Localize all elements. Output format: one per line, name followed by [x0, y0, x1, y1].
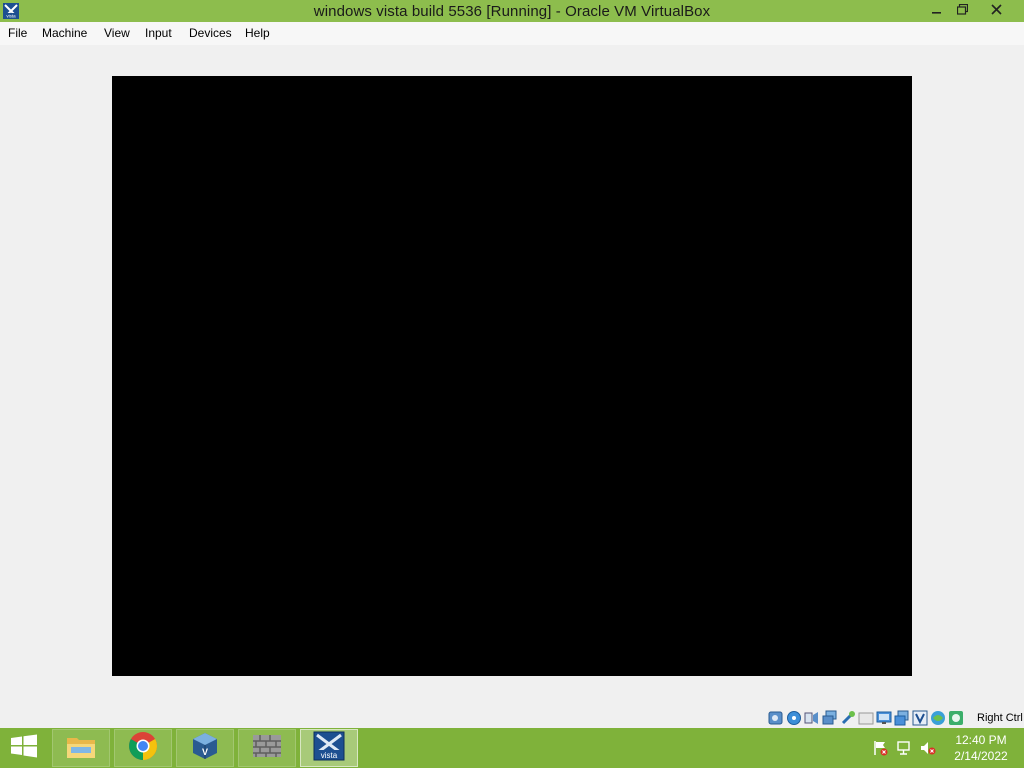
- display-icon[interactable]: [876, 710, 892, 726]
- action-center-flag-icon[interactable]: [872, 740, 888, 756]
- menu-machine[interactable]: Machine: [42, 26, 87, 41]
- window-title: windows vista build 5536 [Running] - Ora…: [313, 3, 711, 20]
- virtualization-icon[interactable]: [912, 710, 928, 726]
- close-icon: [991, 2, 1002, 20]
- minimize-icon: [932, 2, 942, 20]
- menu-bar: File Machine View Input Devices Help: [0, 22, 1024, 45]
- start-button[interactable]: [0, 728, 48, 768]
- recording-icon[interactable]: [894, 710, 910, 726]
- network-tray-icon[interactable]: [896, 740, 912, 756]
- optical-drive-icon[interactable]: [786, 710, 802, 726]
- mouse-integration-icon[interactable]: [948, 710, 964, 726]
- svg-text:vista: vista: [321, 751, 338, 760]
- host-key-label[interactable]: Right Ctrl: [977, 711, 1023, 725]
- taskbar-vista-vm[interactable]: vista: [300, 729, 358, 767]
- clock[interactable]: 12:40 PM 2/14/2022: [944, 732, 1018, 764]
- system-tray: [872, 740, 936, 756]
- firewall-wall-icon: [252, 733, 282, 764]
- hard-disk-icon[interactable]: [768, 710, 784, 726]
- taskbar-chrome[interactable]: [114, 729, 172, 767]
- menu-devices[interactable]: Devices: [189, 26, 232, 41]
- chrome-icon: [128, 731, 158, 766]
- menu-input[interactable]: Input: [145, 26, 172, 41]
- taskbar-file-explorer[interactable]: [52, 729, 110, 767]
- guest-additions-icon[interactable]: [930, 710, 946, 726]
- vm-display-area: [0, 45, 1024, 708]
- menu-view[interactable]: View: [104, 26, 130, 41]
- shared-folders-icon[interactable]: [858, 710, 874, 726]
- clock-time: 12:40 PM: [955, 733, 1007, 747]
- usb-icon[interactable]: [840, 710, 856, 726]
- file-explorer-icon: [65, 732, 97, 765]
- virtualbox-manager-icon: V: [190, 731, 220, 766]
- close-button[interactable]: [973, 0, 1020, 21]
- network-icon[interactable]: [822, 710, 838, 726]
- status-bar: Right Ctrl: [0, 708, 1024, 728]
- restore-button[interactable]: [948, 0, 976, 21]
- vm-screen[interactable]: [112, 76, 912, 676]
- taskbar-firewall[interactable]: [238, 729, 296, 767]
- volume-muted-icon[interactable]: [920, 740, 936, 756]
- windows-start-icon: [10, 734, 38, 763]
- clock-date: 2/14/2022: [954, 749, 1008, 763]
- taskbar-virtualbox-manager[interactable]: V: [176, 729, 234, 767]
- audio-icon[interactable]: [804, 710, 820, 726]
- menu-file[interactable]: File: [8, 26, 27, 41]
- restore-icon: [956, 2, 968, 20]
- vista-vm-icon: vista: [313, 731, 345, 766]
- svg-text:V: V: [202, 747, 208, 757]
- window-title-bar[interactable]: vista windows vista build 5536 [Running]…: [0, 0, 1024, 22]
- menu-help[interactable]: Help: [245, 26, 270, 41]
- minimize-button[interactable]: [923, 0, 951, 21]
- windows-taskbar: V vista 12:40 PM 2/14/2022: [0, 728, 1024, 768]
